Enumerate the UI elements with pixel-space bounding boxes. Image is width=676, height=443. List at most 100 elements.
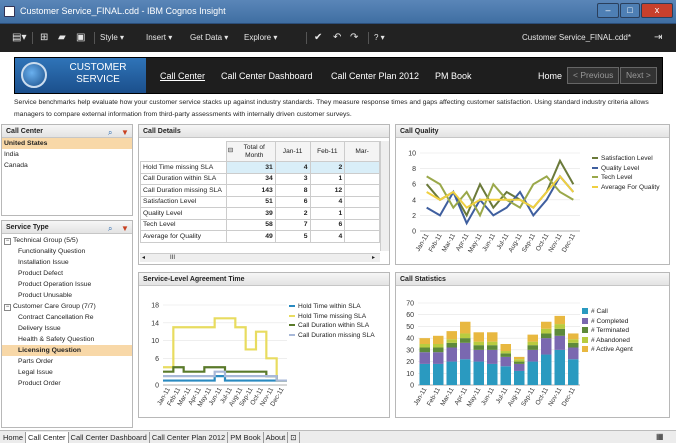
table-cell[interactable] [344, 184, 380, 197]
legend-item[interactable]: Average For Quality [592, 183, 660, 193]
table-cell[interactable] [344, 161, 380, 174]
service-type-item[interactable]: Installation Issue [2, 257, 132, 268]
table-cell[interactable]: 31 [225, 161, 276, 174]
filter-icon[interactable]: ▼ [121, 126, 129, 139]
table-row[interactable]: Quality Level 39 2 1 [140, 207, 380, 220]
table-cell[interactable] [344, 207, 380, 220]
horizontal-scrollbar[interactable]: ◂ III ▸ [140, 253, 380, 262]
column-header[interactable]: Jan-11 [274, 141, 311, 162]
page-tab[interactable]: PM Book [228, 432, 264, 443]
column-header[interactable]: Mar- [344, 141, 380, 162]
table-cell[interactable] [344, 195, 380, 208]
scroll-thumb[interactable]: III [170, 254, 175, 262]
legend-item[interactable]: # Abandoned [582, 336, 633, 346]
legend-item[interactable]: Call Duration missing SLA [289, 331, 375, 341]
previous-button[interactable]: < Previous [567, 67, 620, 84]
nav-link-call-center[interactable]: Call Center [160, 71, 205, 81]
column-header[interactable]: Feb-11 [309, 141, 346, 162]
table-row[interactable]: Call Duration missing SLA 143 8 12 [140, 184, 380, 197]
table-cell[interactable]: 34 [225, 172, 276, 185]
legend-item[interactable]: # Call [582, 307, 633, 317]
save-icon[interactable]: ▣ [76, 30, 85, 46]
nav-link-pm-book[interactable]: PM Book [435, 71, 472, 81]
legend-item[interactable]: Call Duration within SLA [289, 321, 375, 331]
service-type-item[interactable]: Parts Order [2, 356, 132, 367]
page-tab[interactable]: Call Center Plan 2012 [150, 432, 229, 443]
search-icon[interactable]: ⌕ [108, 222, 112, 235]
table-cell[interactable]: 49 [225, 230, 276, 243]
table-row[interactable]: Hold Time missing SLA 31 4 2 [140, 161, 380, 174]
service-type-item[interactable]: Product Operation Issue [2, 279, 132, 290]
table-row[interactable]: Average for Quality 49 5 4 [140, 230, 380, 243]
table-cell[interactable]: 2 [309, 161, 346, 174]
table-cell[interactable]: 6 [274, 195, 311, 208]
service-group-item[interactable]: − Technical Group (5/5) [2, 235, 132, 246]
help-menu[interactable]: ? ▾ [374, 30, 385, 46]
collapse-icon[interactable]: − [4, 304, 11, 311]
vertical-scrollbar[interactable] [380, 141, 389, 251]
table-cell[interactable] [344, 172, 380, 185]
table-cell[interactable]: 7 [274, 218, 311, 231]
call-center-item[interactable]: United States [2, 138, 132, 149]
table-cell[interactable] [344, 230, 380, 243]
legend-item[interactable]: Hold Time missing SLA [289, 312, 375, 322]
next-button[interactable]: Next > [620, 67, 657, 84]
table-cell[interactable]: 4 [309, 195, 346, 208]
maximize-button[interactable]: □ [620, 3, 640, 18]
service-group-item[interactable]: − Customer Care Group (7/7) [2, 301, 132, 312]
minimize-button[interactable]: – [597, 3, 619, 18]
table-row[interactable]: Satisfaction Level 51 6 4 [140, 195, 380, 208]
table-cell[interactable]: 4 [309, 230, 346, 243]
nav-link-call-center-plan[interactable]: Call Center Plan 2012 [331, 71, 419, 81]
page-tab[interactable]: Call Center [26, 432, 69, 443]
table-cell[interactable]: 143 [225, 184, 276, 197]
table-row[interactable]: Call Duration within SLA 34 3 1 [140, 172, 380, 185]
legend-item[interactable]: Quality Level [592, 164, 660, 174]
table-cell[interactable]: 39 [225, 207, 276, 220]
collapse-icon[interactable]: ⊟ [228, 147, 234, 155]
table-cell[interactable]: 12 [309, 184, 346, 197]
legend-item[interactable]: # Active Agent [582, 345, 633, 355]
legend-item[interactable]: Satisfaction Level [592, 154, 660, 164]
page-tab[interactable]: Call Center Dashboard [69, 432, 150, 443]
service-type-item[interactable]: Delivery Issue [2, 323, 132, 334]
close-button[interactable]: x [641, 3, 673, 18]
table-cell[interactable]: 3 [274, 172, 311, 185]
filter-icon[interactable]: ▼ [121, 222, 129, 235]
nav-link-call-center-dashboard[interactable]: Call Center Dashboard [221, 71, 313, 81]
grid-menu-icon[interactable]: ▦ [656, 432, 664, 441]
panel-toggle-icon[interactable]: ⇥ [654, 30, 662, 46]
page-tab[interactable]: About [264, 432, 289, 443]
call-center-item[interactable]: Canada [2, 160, 132, 171]
service-type-item[interactable]: Functionality Question [2, 246, 132, 257]
table-cell[interactable]: 58 [225, 218, 276, 231]
service-type-item[interactable]: Product Order [2, 378, 132, 389]
open-icon[interactable]: ▰ [58, 30, 66, 46]
service-type-item[interactable]: Health & Safety Question [2, 334, 132, 345]
table-cell[interactable]: 4 [274, 161, 311, 174]
table-row[interactable]: Tech Level 58 7 6 [140, 218, 380, 231]
service-type-item[interactable]: Product Unusable [2, 290, 132, 301]
legend-item[interactable]: # Completed [582, 317, 633, 327]
call-center-item[interactable]: India [2, 149, 132, 160]
call-details-table[interactable]: ⊟ Total of Month Jan-11 Feb-11 Mar- Hold Time… [140, 141, 380, 243]
app-menu-icon[interactable]: ▤▾ [12, 30, 26, 46]
explore-menu[interactable]: Explore ▾ [244, 30, 277, 46]
legend-item[interactable]: # Terminated [582, 326, 633, 336]
nav-home-link[interactable]: Home [538, 71, 562, 81]
redo-icon[interactable]: ↷ [350, 30, 358, 46]
insert-menu[interactable]: Insert ▾ [146, 30, 172, 46]
table-cell[interactable]: 5 [274, 230, 311, 243]
checkmark-icon[interactable]: ✔ [314, 30, 322, 46]
style-menu[interactable]: Style ▾ [100, 30, 124, 46]
table-cell[interactable]: 51 [225, 195, 276, 208]
getdata-menu[interactable]: Get Data ▾ [190, 30, 228, 46]
table-cell[interactable]: 1 [309, 172, 346, 185]
service-type-item[interactable]: Contract Cancellation Re [2, 312, 132, 323]
legend-item[interactable]: Tech Level [592, 173, 660, 183]
column-header[interactable]: ⊟ Total of Month [225, 141, 276, 162]
service-type-item[interactable]: Legal Issue [2, 367, 132, 378]
table-cell[interactable]: 1 [309, 207, 346, 220]
legend-item[interactable]: Hold Time within SLA [289, 302, 375, 312]
undo-icon[interactable]: ↶ [333, 30, 341, 46]
